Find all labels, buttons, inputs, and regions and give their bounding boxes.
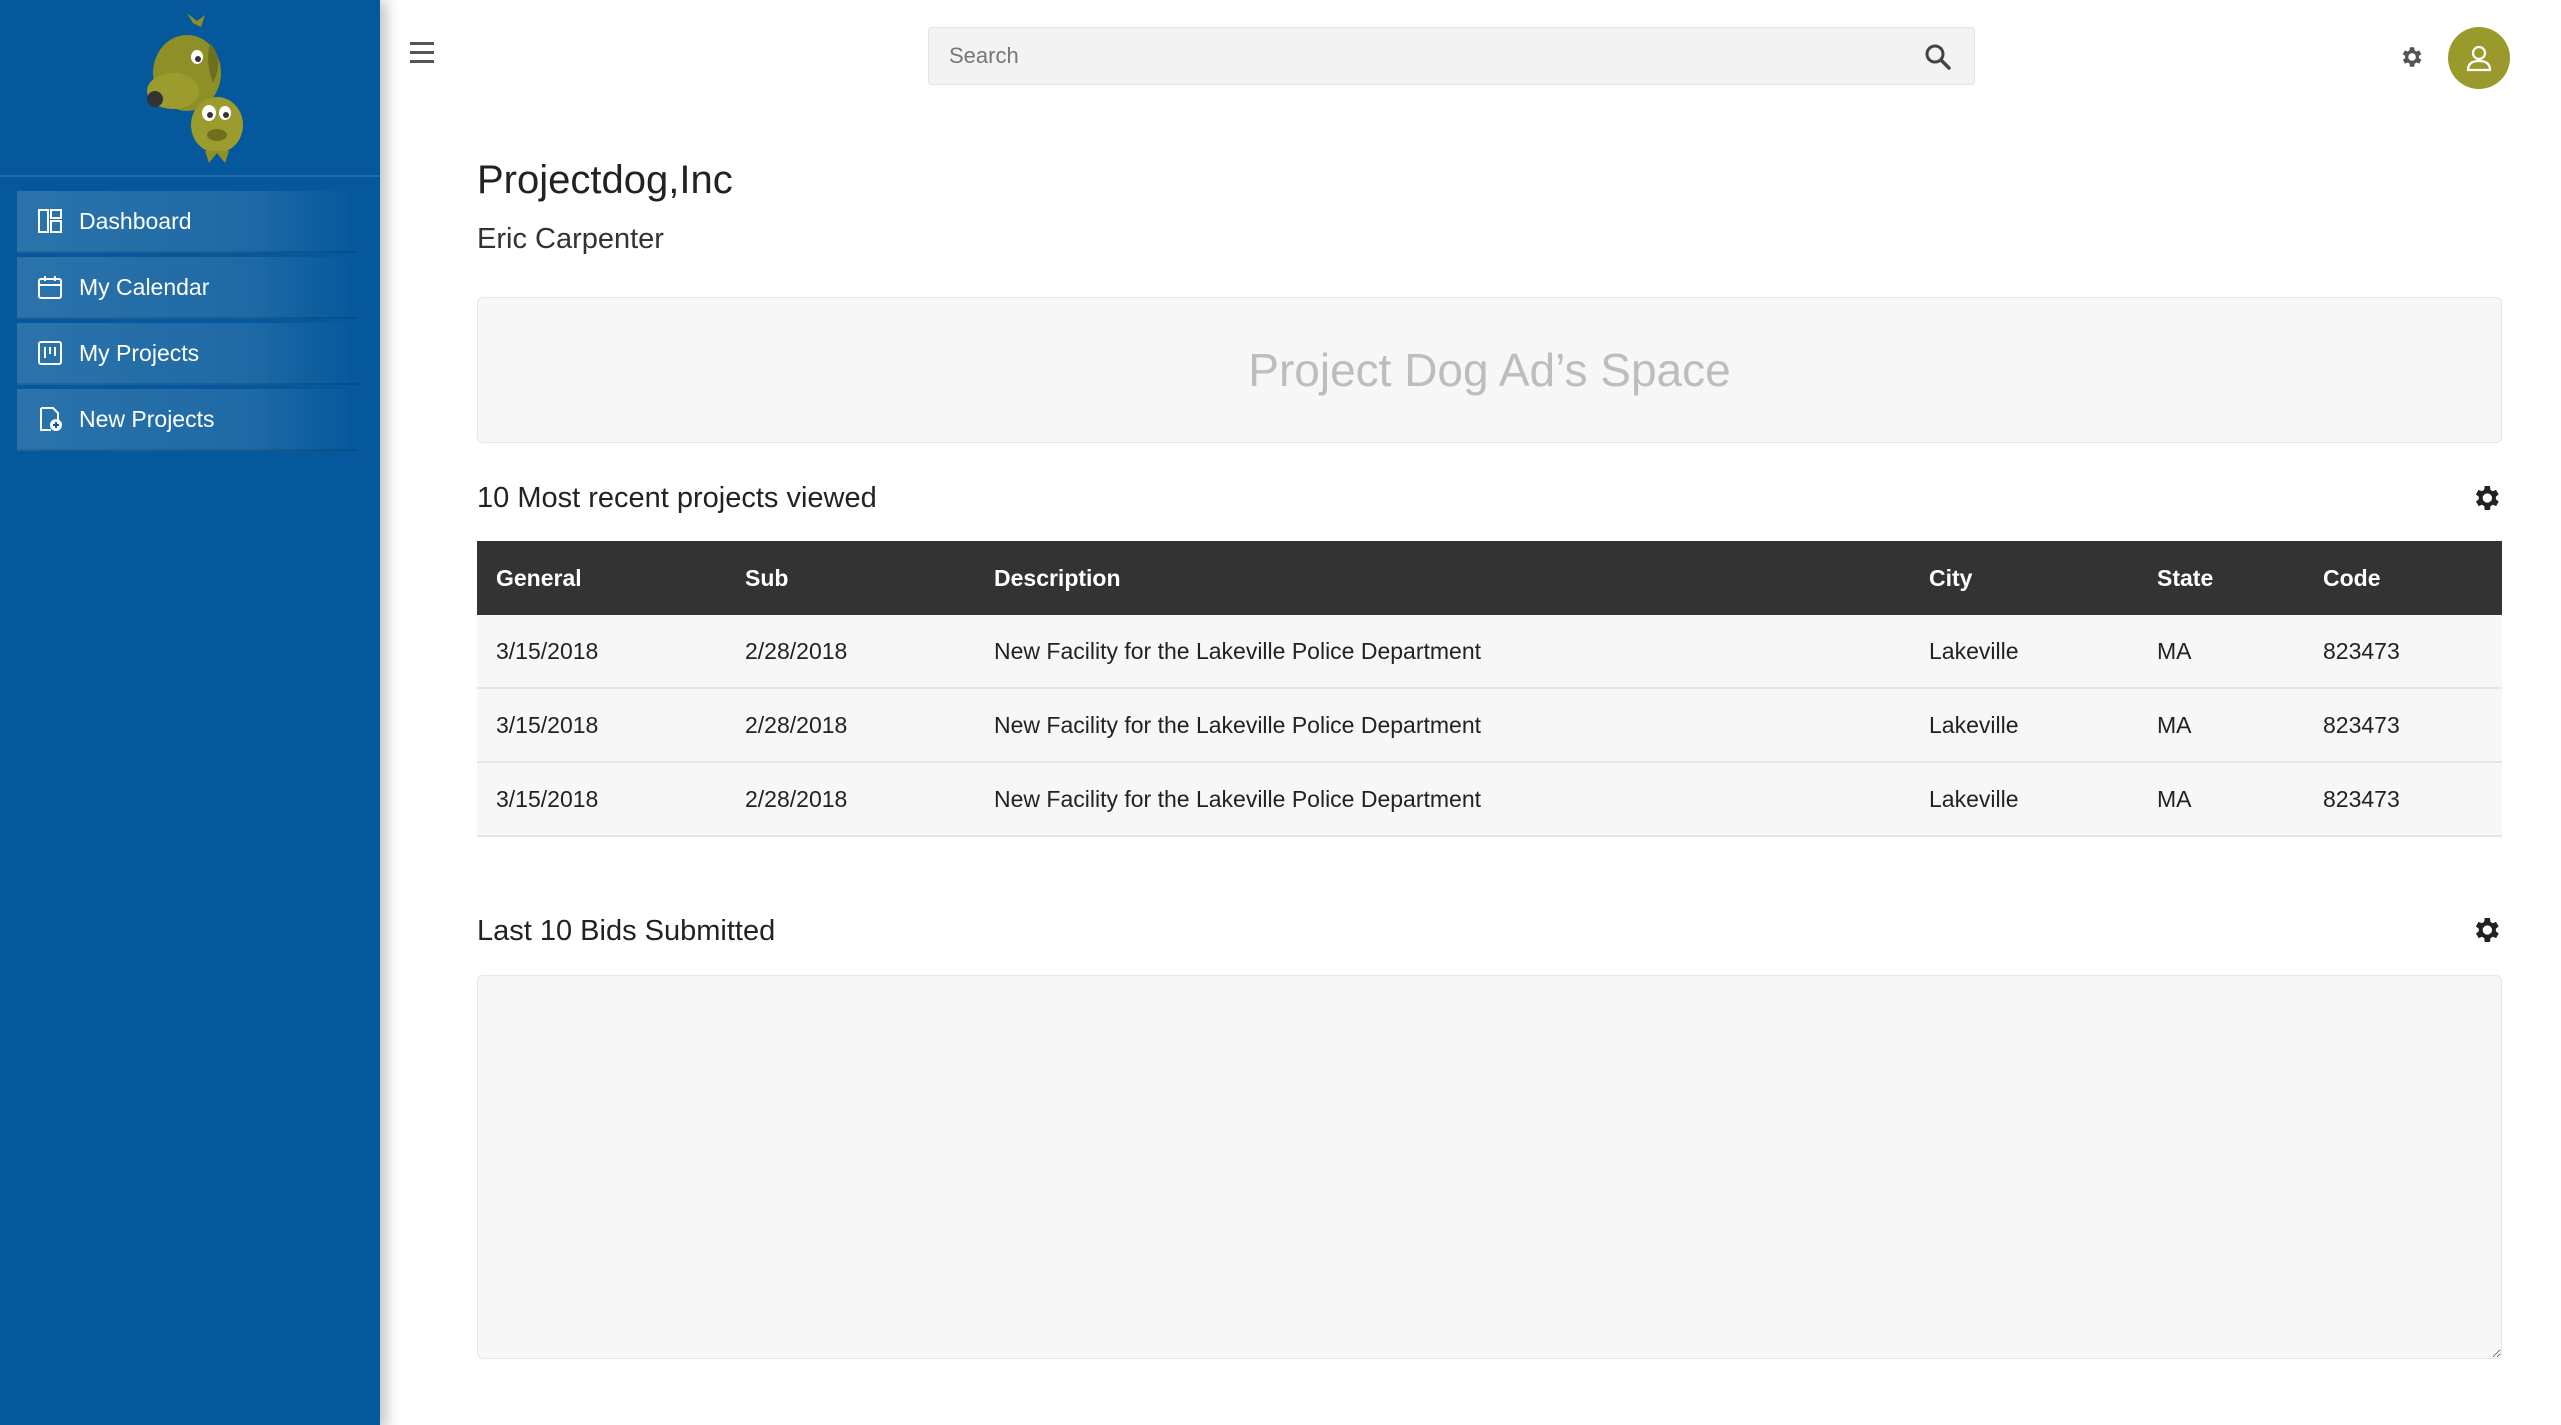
column-header-code[interactable]: Code [2304,565,2502,592]
table-row[interactable]: 3/15/2018 2/28/2018 New Facility for the… [477,763,2502,837]
cell-general: 3/15/2018 [496,785,599,812]
calendar-icon [37,274,63,300]
cell-city: Lakeville [1929,637,2019,664]
column-header-state[interactable]: State [2138,565,2304,592]
table-row[interactable]: 3/15/2018 2/28/2018 New Facility for the… [477,615,2502,689]
last-bids-settings-icon[interactable] [2470,914,2502,946]
ad-space: Project Dog Ad’s Space [477,297,2502,443]
company-name: Projectdog,Inc [477,158,733,202]
project-dog-logo[interactable] [125,12,255,163]
cell-code: 823473 [2323,637,2400,664]
cell-general: 3/15/2018 [496,711,599,738]
cell-state: MA [2157,785,2192,812]
cell-city: Lakeville [1929,711,2019,738]
cell-city: Lakeville [1929,785,2019,812]
last-bids-title: Last 10 Bids Submitted [477,915,776,947]
settings-gear-icon[interactable] [2398,44,2424,70]
cell-code: 823473 [2323,711,2400,738]
search-input[interactable] [929,28,1974,84]
search-bar [928,27,1975,85]
cell-sub: 2/28/2018 [745,785,848,812]
recent-projects-settings-icon[interactable] [2470,482,2502,514]
recent-projects-table: General Sub Description City State Code … [477,541,2502,837]
table-row[interactable]: 3/15/2018 2/28/2018 New Facility for the… [477,689,2502,763]
table-header: General Sub Description City State Code [477,541,2502,615]
user-icon [2466,45,2492,72]
sidebar-item-my-projects[interactable]: My Projects [17,323,357,385]
cell-sub: 2/28/2018 [745,711,848,738]
cell-state: MA [2157,711,2192,738]
menu-toggle-icon[interactable] [410,42,440,72]
ad-space-text: Project Dog Ad’s Space [1248,344,1731,396]
sidebar-item-new-projects[interactable]: New Projects [17,389,357,451]
cell-description: New Facility for the Lakeville Police De… [994,711,1482,738]
sidebar-item-label: My Projects [79,339,200,366]
logo-area [0,0,380,177]
dashboard-icon [37,208,63,234]
cell-state: MA [2157,637,2192,664]
search-icon[interactable] [1924,43,1952,71]
cell-description: New Facility for the Lakeville Police De… [994,785,1482,812]
new-projects-icon [37,406,63,432]
cell-code: 823473 [2323,785,2400,812]
sidebar-nav: Dashboard My Calendar My Projects New Pr… [0,191,380,451]
app: Dashboard My Calendar My Projects New Pr… [0,0,2561,1425]
projects-icon [37,340,63,366]
column-header-general[interactable]: General [477,565,726,592]
column-header-sub[interactable]: Sub [726,565,975,592]
bids-panel [477,975,2502,1359]
recent-projects-title: 10 Most recent projects viewed [477,482,877,514]
cell-description: New Facility for the Lakeville Police De… [994,637,1482,664]
sidebar-item-label: Dashboard [79,207,192,234]
sidebar: Dashboard My Calendar My Projects New Pr… [0,0,380,1425]
cell-general: 3/15/2018 [496,637,599,664]
sidebar-item-dashboard[interactable]: Dashboard [17,191,357,253]
bids-textarea[interactable] [478,976,2501,1358]
column-header-description[interactable]: Description [975,565,1910,592]
user-name: Eric Carpenter [477,223,664,255]
sidebar-item-my-calendar[interactable]: My Calendar [17,257,357,319]
cell-sub: 2/28/2018 [745,637,848,664]
sidebar-item-label: My Calendar [79,273,210,300]
column-header-city[interactable]: City [1910,565,2138,592]
sidebar-item-label: New Projects [79,405,215,432]
user-avatar[interactable] [2448,27,2510,89]
